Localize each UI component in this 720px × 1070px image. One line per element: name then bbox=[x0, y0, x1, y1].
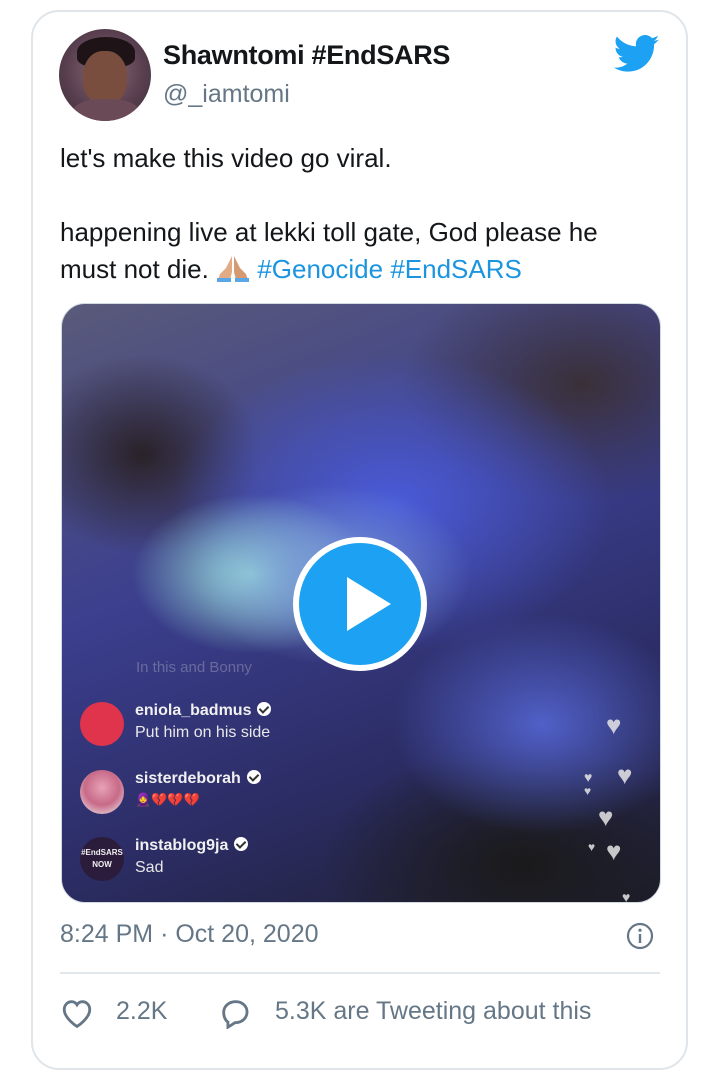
divider bbox=[60, 972, 660, 974]
comment-user: instablog9ja bbox=[135, 837, 249, 855]
heart-icon: ♥ bbox=[584, 784, 592, 798]
comment-user: sisterdeborah bbox=[135, 770, 261, 788]
verified-icon bbox=[257, 702, 272, 716]
tweeting-about-text: 5.3K are Tweeting about this bbox=[275, 997, 592, 1025]
heart-icon: ♥ bbox=[606, 710, 622, 740]
like-count: 2.2K bbox=[116, 997, 168, 1025]
verified-icon bbox=[234, 837, 249, 851]
comment-bubble-icon bbox=[222, 1000, 249, 1029]
heart-icon: ♥ bbox=[598, 802, 614, 832]
heart-icon: ♥ bbox=[617, 760, 633, 790]
comment-user: eniola_badmus bbox=[135, 702, 272, 720]
tweet-timestamp[interactable]: 8:24 PM · Oct 20, 2020 bbox=[60, 920, 319, 949]
tweet-line-1: let's make this video go viral. bbox=[60, 143, 392, 173]
comment-avatar bbox=[80, 770, 124, 814]
twitter-bird-icon[interactable] bbox=[614, 34, 660, 74]
hashtag-endsars[interactable]: #EndSARS bbox=[390, 254, 522, 284]
play-button[interactable] bbox=[293, 537, 427, 671]
tweet-line-2: happening live at lekki toll gate, God p… bbox=[60, 217, 598, 247]
folded-hands-icon bbox=[217, 256, 250, 282]
comment-message: Sad bbox=[135, 859, 164, 876]
hashtag-genocide[interactable]: #Genocide bbox=[257, 254, 383, 284]
comment-avatar: #EndSARS NOW bbox=[80, 837, 124, 881]
play-icon bbox=[347, 577, 391, 631]
heart-icon: ♥ bbox=[588, 840, 596, 854]
avatar[interactable] bbox=[59, 29, 151, 121]
comment-avatar bbox=[80, 702, 124, 746]
author-handle[interactable]: @_iamtomi bbox=[163, 80, 290, 109]
verified-icon bbox=[246, 770, 261, 784]
tweet-line-3-text: must not die. bbox=[60, 254, 209, 284]
comment-message: Put him on his side bbox=[135, 724, 271, 741]
heart-icon: ♥ bbox=[606, 836, 622, 866]
heart-outline-icon bbox=[62, 1000, 92, 1029]
info-icon[interactable] bbox=[626, 922, 654, 950]
video-overlay-text: In this and Bonny bbox=[136, 659, 252, 676]
tweet-text: let's make this video go viral. happenin… bbox=[60, 140, 660, 288]
tweet-line-3: must not die. #Genocide #EndSARS bbox=[60, 251, 660, 288]
comment-message: 🧕💔💔💔 bbox=[135, 792, 200, 807]
author-display-name[interactable]: Shawntomi #EndSARS bbox=[163, 40, 450, 71]
heart-icon: ♥ bbox=[622, 889, 631, 903]
